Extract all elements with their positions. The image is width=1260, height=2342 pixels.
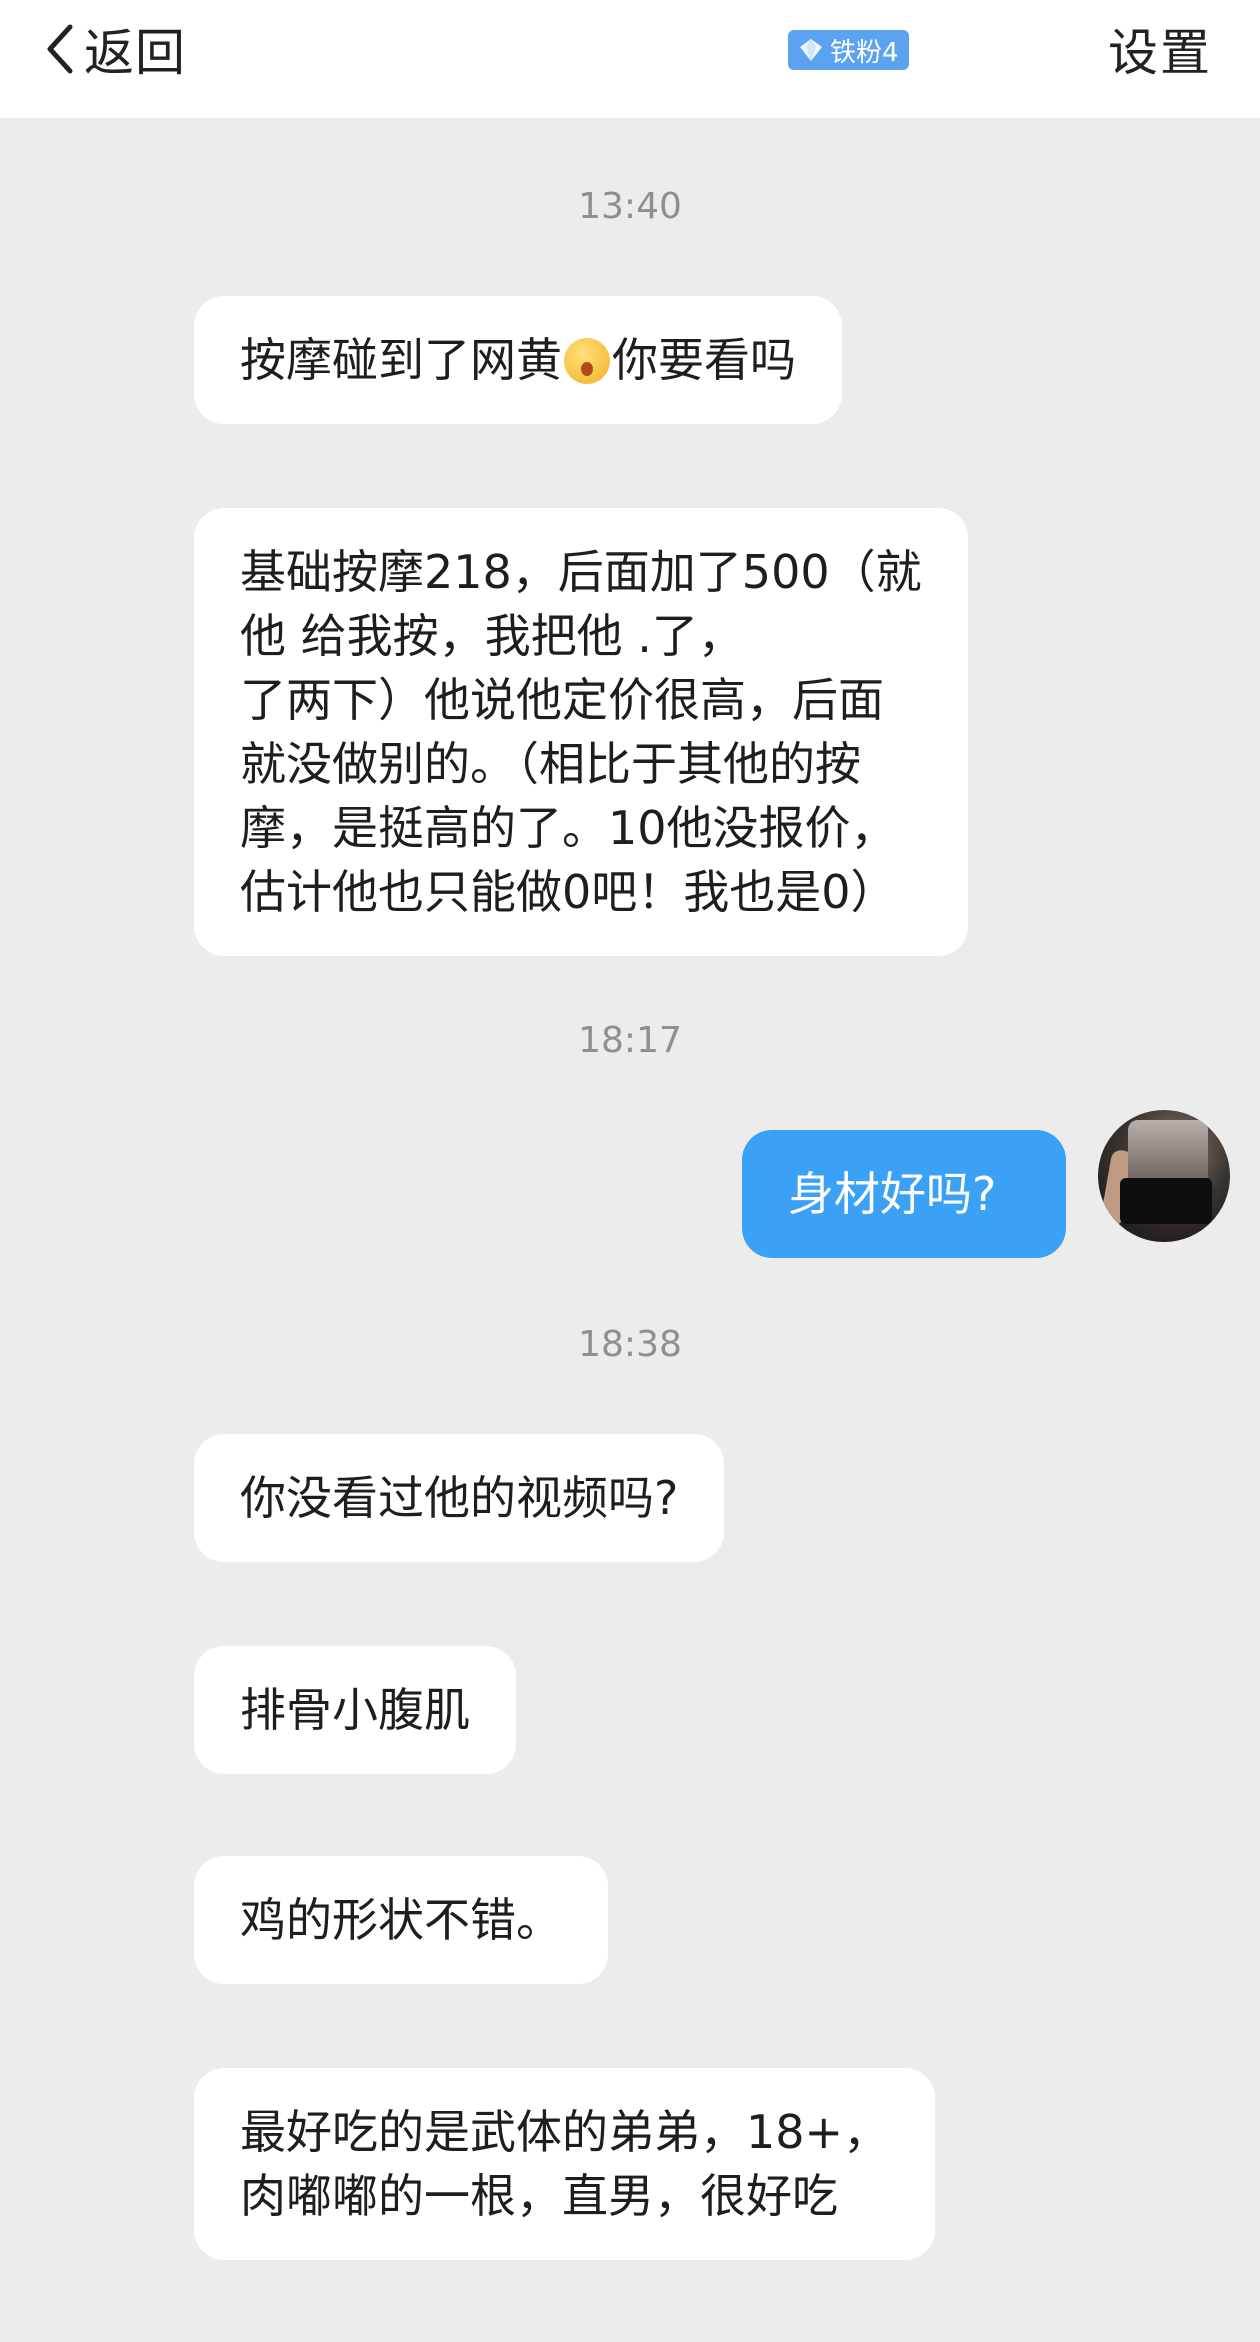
back-button[interactable]: 返回 <box>40 14 186 84</box>
message-line: 估计他也只能做0吧！我也是0） <box>240 865 897 919</box>
back-label: 返回 <box>84 24 186 82</box>
avatar[interactable] <box>1098 1110 1230 1242</box>
settings-button[interactable]: 设置 <box>1108 14 1212 84</box>
message-line: 鸡的形状不错。 <box>240 1893 562 1947</box>
message-line: 基础按摩218，后面加了500（就 <box>240 545 922 599</box>
message-bubble[interactable]: 排骨小腹肌 <box>194 1646 516 1774</box>
message-line: 按摩碰到了网黄 你要看吗 <box>240 333 796 387</box>
message-bubble[interactable]: 基础按摩218，后面加了500（就 他 给我按，我把他 .了， 了两下）他说他定… <box>194 508 968 956</box>
fan-level-badge[interactable]: 铁粉4 <box>788 30 909 70</box>
message-line: 你没看过他的视频吗? <box>240 1471 679 1525</box>
message-line: 了两下）他说他定价很高，后面 <box>240 673 884 727</box>
chevron-left-icon <box>47 24 73 74</box>
message-line: 就没做别的。（相比于其他的按 <box>240 737 861 791</box>
message-bubble[interactable]: 最好吃的是武体的弟弟，18+， 肉嘟嘟的一根，直男，很好吃 <box>194 2068 936 2260</box>
badge-label: 铁粉4 <box>830 37 899 68</box>
timestamp: 18:17 <box>578 1020 682 1061</box>
message-line: 他 给我按，我把他 .了， <box>240 609 744 663</box>
message-bubble[interactable]: 按摩碰到了网黄 你要看吗 <box>194 296 842 424</box>
diamond-icon <box>800 39 822 61</box>
message-line: 肉嘟嘟的一根，直男，很好吃 <box>240 2169 838 2223</box>
astonished-face-emoji-icon <box>564 338 610 384</box>
timestamp: 18:38 <box>578 1324 682 1365</box>
message-bubble[interactable]: 你没看过他的视频吗? <box>194 1434 725 1562</box>
message-bubble[interactable]: 鸡的形状不错。 <box>194 1856 608 1984</box>
message-line: 最好吃的是武体的弟弟，18+， <box>240 2105 890 2159</box>
chat-header: 返回 铁粉4 设置 <box>0 0 1260 118</box>
message-line: 摩，是挺高的了。10他没报价， <box>240 801 897 855</box>
timestamp: 13:40 <box>578 186 682 227</box>
message-line: 排骨小腹肌 <box>240 1683 470 1737</box>
message-bubble-sent[interactable]: 身材好吗? <box>742 1130 1066 1258</box>
message-line: 身材好吗? <box>788 1167 997 1221</box>
